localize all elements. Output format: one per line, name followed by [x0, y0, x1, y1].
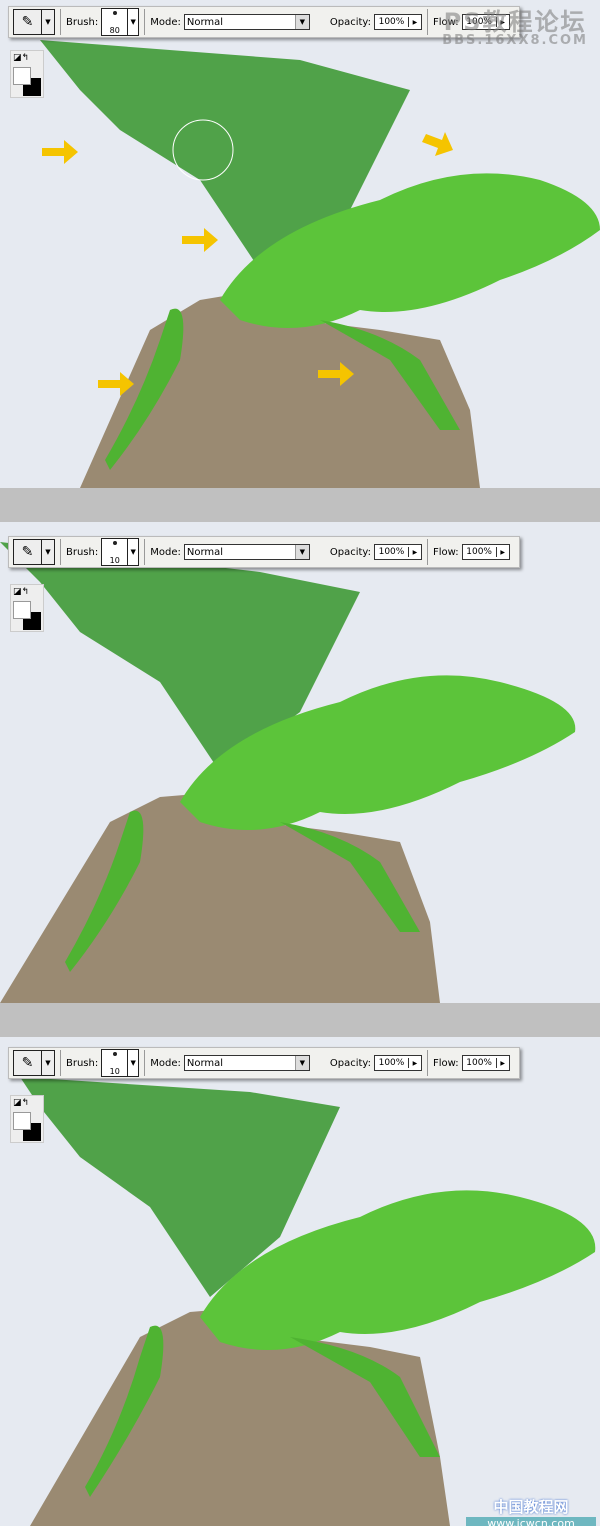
flow-value: 100% — [463, 547, 497, 557]
options-bar: ✎ ▼ Brush: 10 ▼ Mode: Normal ▼ Opacity: 100… — [8, 1047, 520, 1079]
slider-arrow-icon[interactable]: ▶ — [409, 549, 421, 556]
chevron-down-icon: ▼ — [294, 1056, 309, 1070]
chevron-down-icon: ▼ — [130, 18, 136, 26]
chevron-down-icon: ▼ — [45, 18, 51, 26]
watermark-text: PS教程论坛 — [443, 8, 587, 36]
brush-size: 80 — [109, 26, 120, 35]
mode-select[interactable]: Normal ▼ — [183, 544, 310, 560]
tool-preset-picker[interactable]: ✎ ▼ — [13, 539, 55, 565]
swap-colors-icon[interactable]: ◪↰ — [13, 53, 29, 63]
flow-field[interactable]: 100% ▶ — [461, 1055, 510, 1071]
options-bar: ✎ ▼ Brush: 10 ▼ Mode: Normal ▼ Opacity: 100… — [8, 536, 520, 568]
mode-label: Mode: — [150, 1057, 181, 1069]
mode-label: Mode: — [150, 16, 181, 28]
flow-label: Flow: — [432, 546, 459, 558]
watermark-text: 中国教程网 — [493, 1498, 569, 1516]
mode-select[interactable]: Normal ▼ — [183, 14, 310, 30]
chevron-down-icon: ▼ — [294, 15, 309, 29]
screenshot-panel-1: ✎ ▼ Brush: 80 ▼ Mode: Normal ▼ Opacity: 100… — [0, 0, 600, 488]
brush-icon: ✎ — [14, 10, 42, 34]
chevron-down-icon: ▼ — [130, 1059, 136, 1067]
watermark-bottom: 中国教程网 www.jcwcn.com — [466, 1496, 596, 1526]
tool-preset-picker[interactable]: ✎ ▼ — [13, 9, 55, 35]
opacity-value: 100% — [375, 17, 409, 27]
brush-label: Brush: — [66, 16, 99, 28]
color-swatches[interactable]: ◪↰ — [10, 1095, 44, 1143]
brush-picker[interactable]: 10 ▼ — [101, 1049, 140, 1077]
swap-colors-icon[interactable]: ◪↰ — [13, 1098, 29, 1108]
brush-picker[interactable]: 80 ▼ — [101, 8, 140, 36]
flow-value: 100% — [463, 1058, 497, 1068]
color-swatches[interactable]: ◪↰ — [10, 584, 44, 632]
flow-field[interactable]: 100% ▶ — [461, 544, 510, 560]
opacity-value: 100% — [375, 547, 409, 557]
slider-arrow-icon[interactable]: ▶ — [409, 19, 421, 26]
opacity-field[interactable]: 100% ▶ — [373, 544, 422, 560]
canvas-scene — [20, 1077, 596, 1526]
brush-label: Brush: — [66, 1057, 99, 1069]
brush-icon: ✎ — [14, 540, 42, 564]
chevron-down-icon: ▼ — [294, 545, 309, 559]
slider-arrow-icon[interactable]: ▶ — [497, 1060, 509, 1067]
opacity-field[interactable]: 100% ▶ — [373, 1055, 422, 1071]
color-swatches[interactable]: ◪↰ — [10, 50, 44, 98]
brush-size: 10 — [109, 1067, 120, 1076]
watermark-url: www.jcwcn.com — [466, 1517, 596, 1526]
canvas-scene — [0, 542, 576, 1003]
watermark-url: BBS.16XX8.COM — [442, 33, 588, 48]
flow-label: Flow: — [432, 1057, 459, 1069]
canvas-scene — [40, 40, 600, 488]
brush-picker[interactable]: 10 ▼ — [101, 538, 140, 566]
chevron-down-icon: ▼ — [45, 548, 51, 556]
opacity-label: Opacity: — [329, 1057, 371, 1069]
mode-value: Normal — [186, 1057, 224, 1069]
mode-value: Normal — [186, 16, 224, 28]
arrow-right-icon — [42, 140, 78, 164]
arrow-right-icon — [422, 132, 453, 156]
foreground-color[interactable] — [13, 601, 31, 619]
brush-size: 10 — [109, 556, 120, 565]
slider-arrow-icon[interactable]: ▶ — [497, 549, 509, 556]
brush-icon: ✎ — [14, 1051, 42, 1075]
foreground-color[interactable] — [13, 1112, 31, 1130]
foreground-color[interactable] — [13, 67, 31, 85]
opacity-field[interactable]: 100% ▶ — [373, 14, 422, 30]
brush-label: Brush: — [66, 546, 99, 558]
chevron-down-icon: ▼ — [130, 548, 136, 556]
screenshot-panel-2: ✎ ▼ Brush: 10 ▼ Mode: Normal ▼ Opacity: 100… — [0, 522, 600, 1003]
arrow-right-icon — [182, 228, 218, 252]
screenshot-panel-3: ✎ ▼ Brush: 10 ▼ Mode: Normal ▼ Opacity: 100… — [0, 1037, 600, 1526]
mode-select[interactable]: Normal ▼ — [183, 1055, 310, 1071]
chevron-down-icon: ▼ — [45, 1059, 51, 1067]
opacity-value: 100% — [375, 1058, 409, 1068]
opacity-label: Opacity: — [329, 16, 371, 28]
slider-arrow-icon[interactable]: ▶ — [409, 1060, 421, 1067]
mode-value: Normal — [186, 546, 224, 558]
swap-colors-icon[interactable]: ◪↰ — [13, 587, 29, 597]
opacity-label: Opacity: — [329, 546, 371, 558]
tool-preset-picker[interactable]: ✎ ▼ — [13, 1050, 55, 1076]
mode-label: Mode: — [150, 546, 181, 558]
watermark-top: PS教程论坛 BBS.16XX8.COM — [442, 2, 588, 48]
